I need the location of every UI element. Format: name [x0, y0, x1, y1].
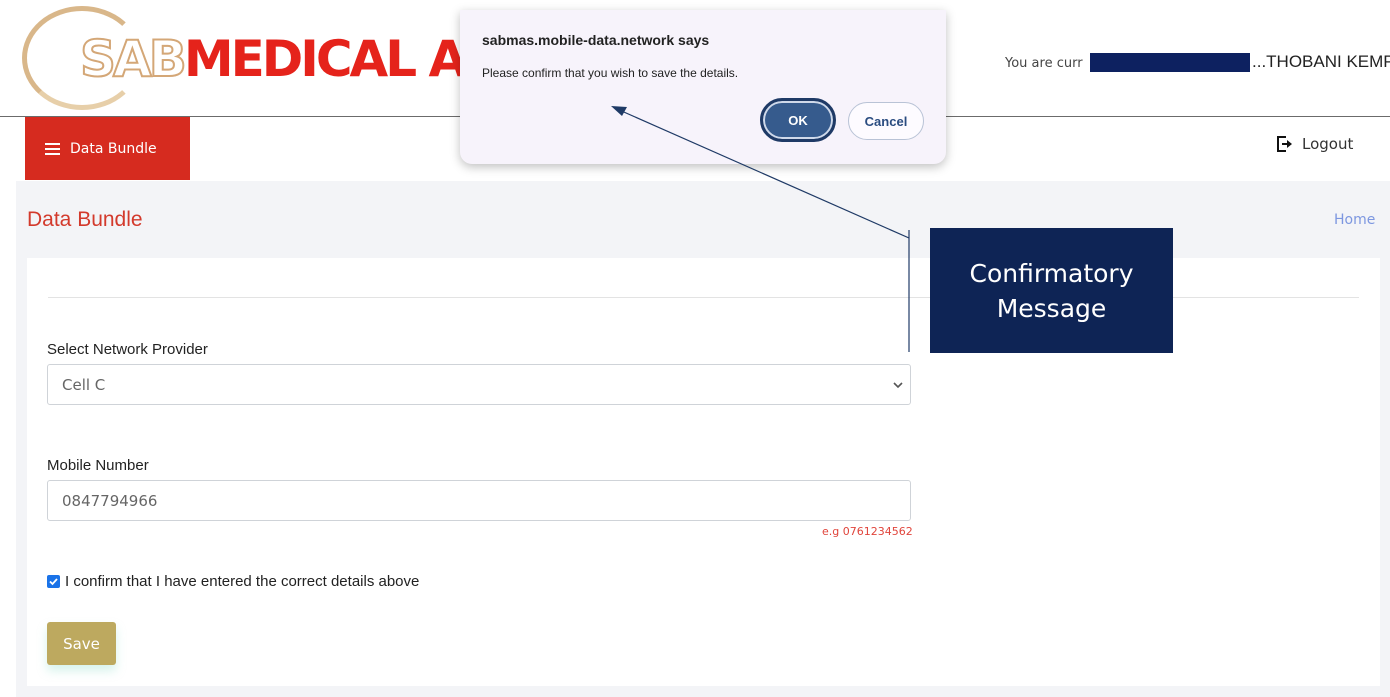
annotation-line-2: Message: [996, 293, 1107, 323]
annotation-line-1: Confirmatory: [969, 258, 1134, 288]
annotation-callout: Confirmatory Message: [930, 228, 1173, 353]
callout-arrow: [611, 106, 910, 352]
